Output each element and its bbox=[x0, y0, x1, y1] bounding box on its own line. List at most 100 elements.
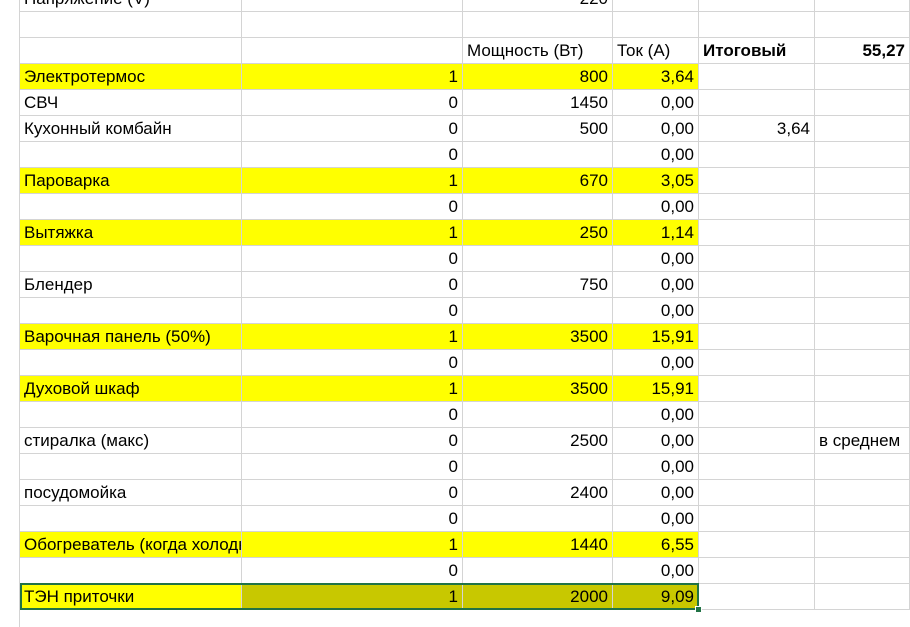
cell-on-flag[interactable]: 1 bbox=[242, 376, 463, 402]
cell-appliance-name[interactable] bbox=[20, 558, 242, 584]
cell-empty[interactable] bbox=[699, 142, 815, 168]
cell-empty[interactable] bbox=[815, 246, 910, 272]
cell-on-flag[interactable]: 1 bbox=[242, 220, 463, 246]
cell-empty[interactable] bbox=[815, 480, 910, 506]
cell-on-flag[interactable]: 0 bbox=[242, 402, 463, 428]
cell-current[interactable]: 0,00 bbox=[613, 246, 699, 272]
cell-power[interactable]: 2500 bbox=[463, 428, 613, 454]
cell-empty[interactable] bbox=[699, 298, 815, 324]
cell-current[interactable]: 0,00 bbox=[613, 558, 699, 584]
total-value[interactable]: 55,27 bbox=[815, 38, 910, 64]
cell-empty[interactable] bbox=[699, 558, 815, 584]
cell-appliance-name[interactable]: Блендер bbox=[20, 272, 242, 298]
cell-power[interactable]: 250 bbox=[463, 220, 613, 246]
cell-empty[interactable] bbox=[699, 194, 815, 220]
cell-empty[interactable] bbox=[815, 350, 910, 376]
cell-on-flag[interactable]: 0 bbox=[242, 194, 463, 220]
cell-power[interactable]: 3500 bbox=[463, 376, 613, 402]
cell-appliance-name[interactable]: посудомойка bbox=[20, 480, 242, 506]
cell-power[interactable] bbox=[463, 558, 613, 584]
cell-empty[interactable] bbox=[815, 0, 910, 12]
cell-appliance-name[interactable] bbox=[20, 402, 242, 428]
cell-appliance-name[interactable] bbox=[20, 246, 242, 272]
cell-on-flag[interactable]: 0 bbox=[242, 90, 463, 116]
cell-appliance-name[interactable] bbox=[20, 454, 242, 480]
cell-on-flag[interactable]: 1 bbox=[242, 324, 463, 350]
cell-empty[interactable] bbox=[242, 12, 463, 38]
cell-power[interactable] bbox=[463, 506, 613, 532]
cell-empty[interactable] bbox=[815, 12, 910, 38]
cell-current[interactable]: 1,14 bbox=[613, 220, 699, 246]
cell-empty[interactable] bbox=[699, 480, 815, 506]
cell-on-flag[interactable]: 0 bbox=[242, 480, 463, 506]
cell-appliance-name[interactable] bbox=[20, 350, 242, 376]
cell-empty[interactable] bbox=[20, 12, 242, 38]
cell-power[interactable]: 670 bbox=[463, 168, 613, 194]
cell-empty[interactable] bbox=[815, 376, 910, 402]
spreadsheet-grid[interactable]: Напряжение (V) 220 Мощность (Вт) Ток (А)… bbox=[0, 0, 910, 627]
cell-empty[interactable] bbox=[242, 0, 463, 12]
cell-appliance-name[interactable]: Варочная панель (50%) bbox=[20, 324, 242, 350]
cell-empty[interactable] bbox=[815, 194, 910, 220]
cell-appliance-name[interactable]: Пароварка bbox=[20, 168, 242, 194]
cell-empty[interactable] bbox=[699, 428, 815, 454]
cell-current[interactable]: 3,05 bbox=[613, 168, 699, 194]
cell-appliance-name[interactable]: СВЧ bbox=[20, 90, 242, 116]
cell-empty[interactable] bbox=[699, 90, 815, 116]
cell-current[interactable]: 0,00 bbox=[613, 194, 699, 220]
cell-empty[interactable] bbox=[815, 90, 910, 116]
cell-on-flag[interactable]: 0 bbox=[242, 142, 463, 168]
cell-power[interactable]: 2000 bbox=[463, 584, 613, 610]
cell-current[interactable]: 0,00 bbox=[613, 454, 699, 480]
cell-current[interactable]: 0,00 bbox=[613, 272, 699, 298]
cell-empty[interactable] bbox=[815, 142, 910, 168]
cell-power[interactable] bbox=[463, 142, 613, 168]
cell-on-flag[interactable]: 0 bbox=[242, 246, 463, 272]
cell-empty[interactable] bbox=[815, 168, 910, 194]
cell-empty[interactable] bbox=[815, 558, 910, 584]
cell-current[interactable]: 0,00 bbox=[613, 116, 699, 142]
cell-power[interactable] bbox=[463, 454, 613, 480]
cell-appliance-name[interactable] bbox=[20, 194, 242, 220]
cell-power[interactable] bbox=[463, 194, 613, 220]
cell-current[interactable]: 0,00 bbox=[613, 350, 699, 376]
cell-appliance-name[interactable]: Вытяжка bbox=[20, 220, 242, 246]
cell-empty[interactable] bbox=[699, 220, 815, 246]
cell-appliance-name[interactable] bbox=[20, 142, 242, 168]
cell-power[interactable]: 1440 bbox=[463, 532, 613, 558]
cell-current[interactable]: 0,00 bbox=[613, 298, 699, 324]
cell-empty[interactable] bbox=[815, 324, 910, 350]
cell-empty[interactable] bbox=[815, 298, 910, 324]
cell-appliance-name[interactable]: Духовой шкаф bbox=[20, 376, 242, 402]
cell-empty[interactable] bbox=[815, 64, 910, 90]
cell-power[interactable] bbox=[463, 246, 613, 272]
cell-sum-note[interactable]: 3,64 bbox=[699, 116, 815, 142]
cell-average-note[interactable]: в среднем bbox=[815, 428, 910, 454]
cell-empty[interactable] bbox=[699, 64, 815, 90]
cell-on-flag[interactable]: 0 bbox=[242, 428, 463, 454]
cell-empty[interactable] bbox=[699, 402, 815, 428]
cell-empty[interactable] bbox=[815, 220, 910, 246]
cell-power[interactable]: 500 bbox=[463, 116, 613, 142]
cell-empty[interactable] bbox=[613, 12, 699, 38]
cell-current[interactable]: 15,91 bbox=[613, 376, 699, 402]
cell-on-flag[interactable]: 0 bbox=[242, 272, 463, 298]
header-power[interactable]: Мощность (Вт) bbox=[463, 38, 613, 64]
cell-appliance-name[interactable]: ТЭН приточки bbox=[20, 584, 242, 610]
cell-power[interactable] bbox=[463, 298, 613, 324]
cell-on-flag[interactable]: 0 bbox=[242, 116, 463, 142]
cell-power[interactable] bbox=[463, 350, 613, 376]
cell-on-flag[interactable]: 0 bbox=[242, 506, 463, 532]
cell-power[interactable]: 3500 bbox=[463, 324, 613, 350]
total-label[interactable]: Итоговый bbox=[699, 38, 815, 64]
cell-empty[interactable] bbox=[815, 402, 910, 428]
cell-current[interactable]: 3,64 bbox=[613, 64, 699, 90]
cell-empty[interactable] bbox=[699, 0, 815, 12]
cell-empty[interactable] bbox=[815, 584, 910, 610]
cell-empty[interactable] bbox=[699, 584, 815, 610]
cell-empty[interactable] bbox=[699, 506, 815, 532]
cell-empty[interactable] bbox=[242, 38, 463, 64]
cell-on-flag[interactable]: 1 bbox=[242, 584, 463, 610]
cell-empty[interactable] bbox=[463, 12, 613, 38]
cell-appliance-name[interactable] bbox=[20, 298, 242, 324]
